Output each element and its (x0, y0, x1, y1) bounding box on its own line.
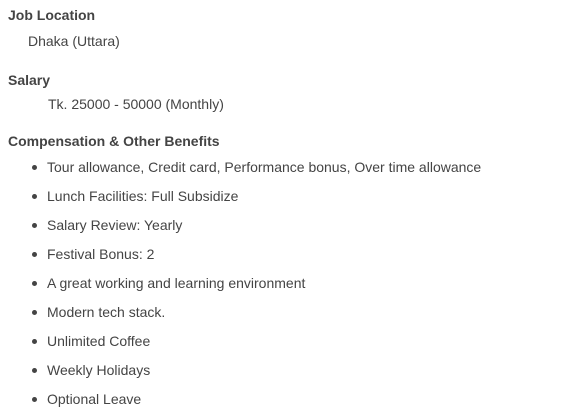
bullet-icon (32, 397, 37, 402)
benefit-text: Modern tech stack. (47, 304, 166, 320)
job-location-value: Dhaka (Uttara) (28, 33, 120, 49)
benefit-text: Unlimited Coffee (47, 333, 151, 349)
benefits-title: Compensation & Other Benefits (8, 133, 220, 149)
bullet-icon (32, 281, 37, 286)
bullet-icon (32, 368, 37, 373)
benefit-text: Tour allowance, Credit card, Performance… (47, 159, 482, 175)
bullet-icon (32, 223, 37, 228)
bullet-icon (32, 252, 37, 257)
benefit-text: A great working and learning environment (47, 275, 306, 291)
bullet-icon (32, 310, 37, 315)
salary-value: Tk. 25000 - 50000 (Monthly) (48, 96, 224, 112)
salary-title: Salary (8, 72, 51, 88)
benefit-text: Optional Leave (47, 391, 142, 407)
bullet-icon (32, 194, 37, 199)
benefit-text: Salary Review: Yearly (47, 217, 183, 233)
benefit-text: Festival Bonus: 2 (47, 246, 155, 262)
benefit-text: Weekly Holidays (47, 362, 151, 378)
bullet-icon (32, 165, 37, 170)
benefit-text: Lunch Facilities: Full Subsidize (47, 188, 239, 204)
job-location-title: Job Location (8, 7, 96, 23)
bullet-icon (32, 339, 37, 344)
